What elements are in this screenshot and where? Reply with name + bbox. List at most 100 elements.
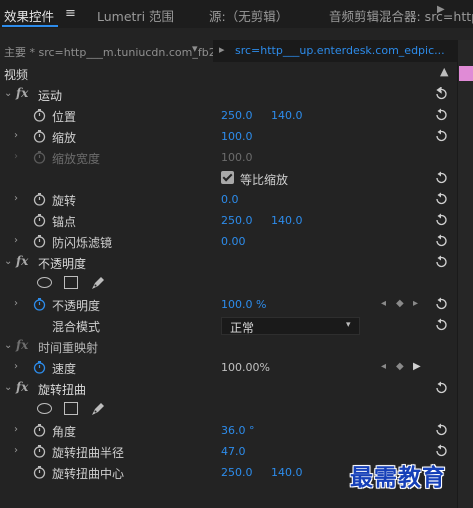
chevron-up-icon[interactable]: ▲	[440, 65, 448, 78]
property-row-scale-width: › 缩放宽度 100.0	[0, 148, 457, 169]
fx-badge-icon[interactable]: fx	[16, 380, 28, 394]
chevron-down-icon[interactable]: ⌄	[4, 256, 12, 267]
angle-value[interactable]: 36.0 °	[221, 424, 255, 437]
tab-lumetri-scopes[interactable]: Lumetri 范围	[97, 6, 174, 25]
scale-value[interactable]: 100.0	[221, 130, 253, 143]
sequence-clip-selector[interactable]: ▸ src=http___up.enterdesk.com_edpic...	[213, 40, 457, 62]
reset-icon[interactable]	[434, 192, 448, 206]
stopwatch-icon[interactable]	[33, 445, 46, 458]
tab-effect-controls[interactable]: 效果控件	[4, 6, 54, 25]
effect-group-time-remap[interactable]: ⌄ fx 时间重映射	[0, 337, 457, 358]
tab-audio-clip-mixer[interactable]: 音频剪辑混合器: src=http	[329, 6, 473, 25]
mask-tools-opacity	[0, 274, 457, 295]
chevron-down-icon[interactable]: ⌄	[4, 382, 12, 393]
reset-icon[interactable]	[434, 171, 448, 185]
stopwatch-icon[interactable]	[33, 235, 46, 248]
property-row-uniform-scale: 等比缩放	[0, 169, 457, 190]
chevron-down-icon: ▾	[346, 320, 351, 330]
motion-label: 运动	[38, 89, 63, 103]
stopwatch-icon[interactable]	[33, 193, 46, 206]
reset-icon[interactable]	[434, 444, 448, 458]
anchor-y-value[interactable]: 140.0	[271, 214, 303, 227]
mask-tools-twirl	[0, 400, 457, 421]
reset-icon[interactable]	[434, 423, 448, 437]
chevron-down-icon[interactable]: ⌄	[4, 340, 12, 351]
uniform-scale-checkbox[interactable]	[221, 171, 234, 184]
reset-icon[interactable]	[434, 297, 448, 311]
video-section-header: 视频 ▲	[0, 64, 457, 84]
previous-keyframe-icon[interactable]: ◂	[381, 298, 386, 309]
position-x-value[interactable]: 250.0	[221, 109, 253, 122]
chevron-right-icon[interactable]: ›	[14, 235, 18, 246]
twirl-center-y-value[interactable]: 140.0	[271, 466, 303, 479]
position-y-value[interactable]: 140.0	[271, 109, 303, 122]
opacity-value[interactable]: 100.0 %	[221, 298, 266, 311]
chevron-right-icon[interactable]: ›	[14, 298, 18, 309]
reset-icon[interactable]	[434, 381, 448, 395]
scale-label: 缩放	[52, 131, 77, 145]
effect-group-twirl[interactable]: ⌄ fx 旋转扭曲	[0, 379, 457, 400]
rectangle-mask-icon[interactable]	[64, 402, 78, 415]
reset-icon[interactable]	[434, 87, 448, 101]
stopwatch-icon[interactable]	[33, 214, 46, 227]
ellipse-mask-icon[interactable]	[37, 403, 52, 414]
chevron-right-icon[interactable]: ›	[14, 361, 18, 372]
timeline-view-strip[interactable]	[457, 40, 473, 508]
tab-source[interactable]: 源:（无剪辑）	[209, 6, 288, 25]
stopwatch-icon[interactable]	[33, 361, 46, 374]
next-keyframe-icon[interactable]: ▸	[413, 298, 418, 309]
previous-keyframe-icon[interactable]: ◂	[381, 361, 386, 372]
fx-badge-icon[interactable]: fx	[16, 86, 28, 100]
property-row-speed: › 速度 100.00% ◂ ◆ ▶	[0, 358, 457, 379]
hamburger-menu-icon[interactable]: ≡	[65, 6, 76, 21]
time-remap-label: 时间重映射	[38, 341, 99, 355]
stopwatch-icon[interactable]	[33, 109, 46, 122]
chevron-right-icon[interactable]: ›	[14, 445, 18, 456]
pen-mask-icon[interactable]	[90, 401, 106, 417]
anti-flicker-value[interactable]: 0.00	[221, 235, 246, 248]
reset-icon[interactable]	[434, 234, 448, 248]
effect-group-motion[interactable]: ⌄ fx 运动	[0, 85, 457, 106]
anchor-x-value[interactable]: 250.0	[221, 214, 253, 227]
scale-width-label: 缩放宽度	[52, 152, 101, 166]
reset-icon[interactable]	[434, 108, 448, 122]
property-row-rotation: › 旋转 0.0	[0, 190, 457, 211]
fx-badge-icon[interactable]: fx	[16, 254, 28, 268]
twirl-radius-value[interactable]: 47.0	[221, 445, 246, 458]
ellipse-mask-icon[interactable]	[37, 277, 52, 288]
watermark-logo: 最需教育	[350, 464, 446, 491]
next-keyframe-icon[interactable]: ▶	[413, 361, 421, 372]
chevron-right-icon[interactable]: ›	[14, 424, 18, 435]
stopwatch-icon[interactable]	[33, 298, 46, 311]
add-keyframe-icon[interactable]: ◆	[396, 361, 404, 372]
property-row-blend-mode: 混合模式 正常 ▾	[0, 316, 457, 337]
chevron-down-icon[interactable]: ⌄	[4, 88, 12, 99]
stopwatch-icon[interactable]	[33, 130, 46, 143]
stopwatch-icon[interactable]	[33, 466, 46, 479]
rectangle-mask-icon[interactable]	[64, 276, 78, 289]
property-row-scale: › 缩放 100.0	[0, 127, 457, 148]
reset-icon[interactable]	[434, 213, 448, 227]
chevron-right-icon[interactable]: ›	[14, 193, 18, 204]
active-tab-indicator	[2, 25, 58, 27]
clip-marker[interactable]	[459, 66, 473, 81]
twirl-center-x-value[interactable]: 250.0	[221, 466, 253, 479]
opacity-group-label: 不透明度	[38, 257, 87, 271]
effect-group-opacity[interactable]: ⌄ fx 不透明度	[0, 253, 457, 274]
reset-icon[interactable]	[434, 255, 448, 269]
sequence-clip-label: src=http___up.enterdesk.com_edpic...	[235, 44, 445, 57]
anchor-label: 锚点	[52, 215, 77, 229]
property-row-angle: › 角度 36.0 °	[0, 421, 457, 442]
pen-mask-icon[interactable]	[90, 275, 106, 291]
twirl-center-label: 旋转扭曲中心	[52, 467, 125, 481]
blend-mode-dropdown[interactable]: 正常 ▾	[221, 317, 360, 335]
chevron-right-icon[interactable]: ▶	[437, 4, 445, 15]
reset-icon[interactable]	[434, 129, 448, 143]
rotation-value[interactable]: 0.0	[221, 193, 239, 206]
add-keyframe-icon[interactable]: ◆	[396, 298, 404, 309]
chevron-right-icon[interactable]: ›	[14, 130, 18, 141]
dropdown-arrow-icon[interactable]: ▾	[192, 42, 198, 55]
reset-icon[interactable]	[434, 318, 448, 332]
stopwatch-icon[interactable]	[33, 424, 46, 437]
speed-value[interactable]: 100.00%	[221, 361, 270, 374]
